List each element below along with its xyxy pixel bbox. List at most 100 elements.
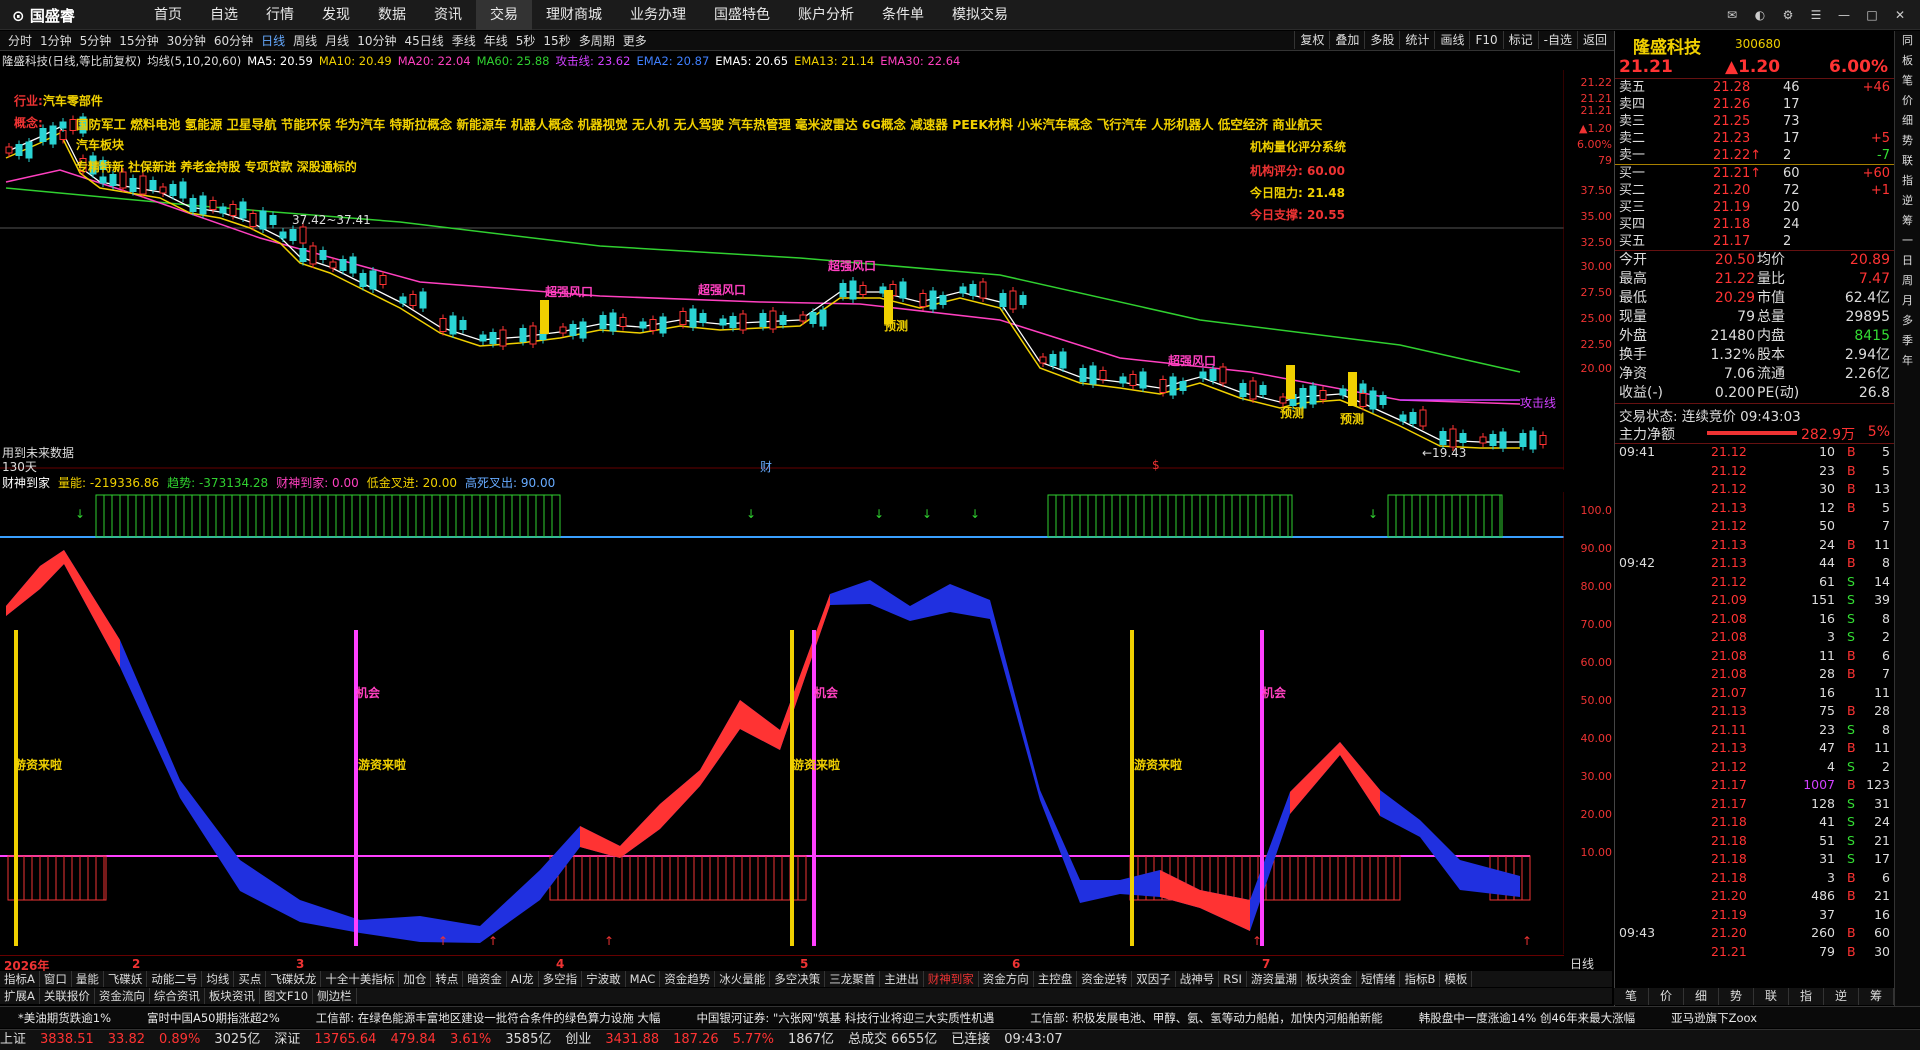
status-item[interactable]: 创业	[565, 1030, 591, 1050]
quote-tab[interactable]: 指	[1789, 988, 1824, 1005]
chart-tool-1[interactable]: 叠加	[1329, 31, 1364, 49]
period-12[interactable]: 年线	[480, 31, 512, 51]
skin-icon[interactable]: ◐	[1748, 4, 1772, 26]
extension-tab[interactable]: 扩展A	[0, 988, 40, 1004]
indicator-tab[interactable]: 短情绪	[1357, 971, 1401, 987]
period-4[interactable]: 30分钟	[163, 31, 210, 51]
period-2[interactable]: 5分钟	[76, 31, 116, 51]
period-8[interactable]: 月线	[321, 31, 353, 51]
news-item[interactable]: 工信部: 积极发展电池、甲醇、氨、氢等动力船舶，加快内河船舶新能	[1012, 1007, 1401, 1028]
sidebar-tab[interactable]: 势	[1895, 131, 1920, 151]
nav-item-9[interactable]: 国盛特色	[700, 0, 784, 30]
extension-tab[interactable]: 综合资讯	[150, 988, 205, 1004]
indicator-tab[interactable]: 加仓	[399, 971, 432, 987]
news-item[interactable]: 富时中国A50期指涨超2%	[129, 1007, 298, 1028]
indicator-tab[interactable]: 飞碟妖	[104, 971, 148, 987]
sidebar-tab[interactable]: 指	[1895, 171, 1920, 191]
indicator-tab[interactable]: 游资量潮	[1247, 971, 1302, 987]
nav-item-1[interactable]: 自选	[196, 0, 252, 30]
sidebar-tab[interactable]: 笔	[1895, 71, 1920, 91]
sidebar-tab[interactable]: 板	[1895, 51, 1920, 71]
indicator-tab[interactable]: AI龙	[507, 971, 539, 987]
nav-item-0[interactable]: 首页	[140, 0, 196, 30]
period-7[interactable]: 周线	[289, 31, 321, 51]
chart-tool-6[interactable]: 标记	[1502, 31, 1538, 49]
sidebar-tab[interactable]: 价	[1895, 91, 1920, 111]
indicator-tab[interactable]: 暗资金	[463, 971, 507, 987]
minimize-icon[interactable]: —	[1832, 4, 1856, 26]
status-item[interactable]: 上证	[0, 1030, 26, 1050]
extension-tab[interactable]: 板块资讯	[205, 988, 260, 1004]
indicator-tab[interactable]: 战神号	[1176, 971, 1220, 987]
chart-tool-5[interactable]: F10	[1469, 31, 1502, 49]
news-item[interactable]: 亚马逊旗下Zoox	[1653, 1007, 1775, 1028]
nav-item-2[interactable]: 行情	[252, 0, 308, 30]
finance-marker[interactable]: 财	[760, 458, 772, 475]
indicator-tab[interactable]: 财神到家	[924, 971, 979, 987]
close-icon[interactable]: ✕	[1888, 4, 1912, 26]
sidebar-tab[interactable]: 同	[1895, 31, 1920, 51]
quote-tab[interactable]: 势	[1719, 988, 1754, 1005]
menu-icon[interactable]: ☰	[1804, 4, 1828, 26]
quote-tab[interactable]: 笔	[1614, 988, 1649, 1005]
sidebar-tab[interactable]: 逆	[1895, 191, 1920, 211]
chart-tool-0[interactable]: 复权	[1294, 31, 1329, 49]
period-9[interactable]: 10分钟	[353, 31, 400, 51]
news-item[interactable]: 中国银河证券: "六张网"筑基 科技行业将迎三大实质性机遇	[678, 1007, 1012, 1028]
indicator-tab[interactable]: 模板	[1440, 971, 1473, 987]
nav-item-6[interactable]: 交易	[476, 0, 532, 30]
indicator-tab[interactable]: 主控盘	[1034, 971, 1078, 987]
indicator-tab[interactable]: 指标B	[1400, 971, 1441, 987]
indicator-tab[interactable]: 资金方向	[979, 971, 1034, 987]
nav-item-7[interactable]: 理财商城	[532, 0, 616, 30]
indicator-tab[interactable]: 多空决策	[770, 971, 826, 987]
chart-tool-4[interactable]: 画线	[1434, 31, 1469, 49]
indicator-tab[interactable]: 板块资金	[1302, 971, 1357, 987]
nav-item-5[interactable]: 资讯	[420, 0, 476, 30]
indicator-tab[interactable]: 指标A	[0, 971, 40, 987]
quote-tab[interactable]: 细	[1684, 988, 1719, 1005]
extension-tab[interactable]: 关联报价	[40, 988, 95, 1004]
app-logo[interactable]: ⊙ 国盛睿	[12, 5, 75, 26]
sidebar-tab[interactable]: 月	[1895, 291, 1920, 311]
indicator-tab[interactable]: 窗口	[40, 971, 72, 987]
indicator-tab[interactable]: 资金逆转	[1077, 971, 1133, 987]
message-icon[interactable]: ✉	[1720, 4, 1744, 26]
period-1[interactable]: 1分钟	[36, 31, 76, 51]
quote-tab[interactable]: 价	[1649, 988, 1684, 1005]
nav-item-3[interactable]: 发现	[308, 0, 364, 30]
sidebar-tab[interactable]: 日	[1895, 251, 1920, 271]
chart-tool-3[interactable]: 统计	[1399, 31, 1434, 49]
indicator-chart[interactable]: ↓ ↓ ↓ ↓ ↓ ↓ ↑ ↑ ↑ ↑ ↑	[0, 492, 1564, 954]
sidebar-tab[interactable]: 一	[1895, 231, 1920, 251]
indicator-tab[interactable]: 飞碟妖龙	[266, 971, 322, 987]
period-0[interactable]: 分时	[4, 31, 36, 51]
sidebar-tab[interactable]: 细	[1895, 111, 1920, 131]
period-3[interactable]: 15分钟	[115, 31, 162, 51]
period-16[interactable]: 更多	[619, 31, 651, 51]
quote-tab[interactable]: 联	[1754, 988, 1789, 1005]
indicator-tab[interactable]: 均线	[202, 971, 235, 987]
indicator-tab[interactable]: 宁波敢	[582, 971, 626, 987]
nav-item-10[interactable]: 账户分析	[784, 0, 868, 30]
indicator-tab[interactable]: 动能二号	[147, 971, 203, 987]
period-11[interactable]: 季线	[448, 31, 480, 51]
indicator-tab[interactable]: 资金趋势	[660, 971, 716, 987]
sidebar-tab[interactable]: 季	[1895, 331, 1920, 351]
chart-tool-8[interactable]: 返回	[1576, 31, 1612, 49]
indicator-tab[interactable]: MAC	[626, 971, 661, 987]
extension-tab[interactable]: 资金流向	[95, 988, 150, 1004]
period-14[interactable]: 15秒	[539, 31, 574, 51]
nav-item-12[interactable]: 模拟交易	[938, 0, 1022, 30]
indicator-tab[interactable]: 主进出	[880, 971, 924, 987]
news-item[interactable]: 韩股盘中一度涨逾14% 创46年来最大涨幅	[1401, 1007, 1653, 1028]
indicator-tab[interactable]: 多空指	[539, 971, 583, 987]
extension-tab[interactable]: 侧边栏	[313, 988, 357, 1004]
nav-item-4[interactable]: 数据	[364, 0, 420, 30]
extension-tab[interactable]: 图文F10	[260, 988, 314, 1004]
period-5[interactable]: 60分钟	[210, 31, 257, 51]
news-item[interactable]: *美油期货跌逾1%	[0, 1007, 129, 1028]
period-15[interactable]: 多周期	[575, 31, 619, 51]
quote-tab[interactable]: 筹	[1859, 988, 1894, 1005]
sidebar-tab[interactable]: 年	[1895, 351, 1920, 371]
